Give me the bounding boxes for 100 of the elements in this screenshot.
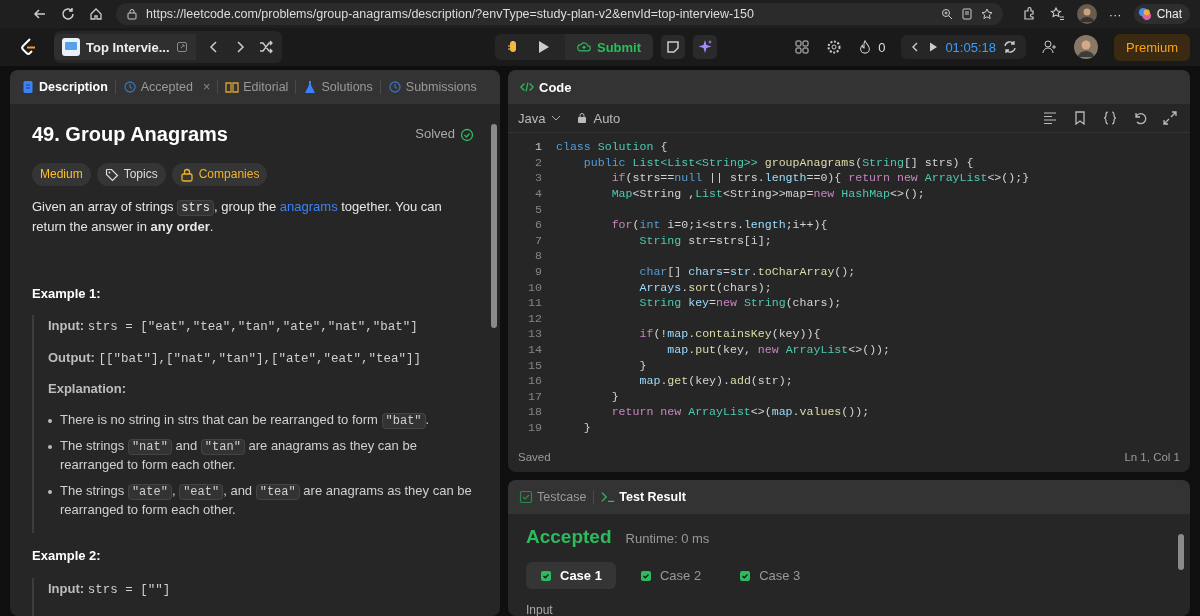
line-number: 12 bbox=[527, 311, 543, 325]
line-number: 3 bbox=[534, 171, 543, 185]
braces-icon[interactable] bbox=[1102, 110, 1118, 126]
code-line[interactable]: char[] chars=str.toCharArray(); bbox=[556, 265, 856, 279]
code-line[interactable]: map.put(key, new ArrayList<>()); bbox=[556, 343, 890, 356]
line-number: 7 bbox=[534, 233, 543, 247]
panel-tab[interactable]: Test Result bbox=[598, 486, 689, 508]
code-line[interactable]: for(int i=0;i<strs.length;i++){ bbox=[556, 218, 828, 232]
code-line[interactable]: return new ArrayList<>(map.values()); bbox=[556, 405, 870, 419]
difficulty-badge: Medium bbox=[32, 163, 91, 187]
lock-icon bbox=[179, 167, 194, 182]
explanation-item: The strings "nat" and "tan" are anagrams as they can be rearranged to form each other. bbox=[60, 437, 418, 475]
cursor-position: Ln 1, Col 1 bbox=[1124, 451, 1180, 463]
code-line[interactable]: } bbox=[556, 389, 619, 403]
explanation-item: The strings "ate" , "eat" , and "tea" are anagrams as they can be rearranged to form each other. bbox=[60, 482, 473, 520]
problem-list-button[interactable]: Top Intervie... bbox=[54, 34, 196, 60]
reload-icon[interactable] bbox=[60, 6, 76, 22]
bookmark-icon[interactable] bbox=[1072, 110, 1088, 126]
star-icon[interactable] bbox=[980, 8, 993, 20]
panel-tab[interactable]: Solutions bbox=[300, 76, 376, 98]
code-line[interactable]: String str=strs[i]; bbox=[556, 233, 772, 247]
auto-mode-toggle[interactable]: Auto bbox=[576, 110, 621, 126]
case-tab[interactable]: Case 3 bbox=[725, 562, 815, 589]
code-line[interactable]: public List<List<String>> groupAnagrams(String[] strs) { bbox=[556, 155, 974, 169]
checkbox-icon bbox=[519, 490, 533, 504]
user-avatar[interactable] bbox=[1074, 35, 1098, 59]
favorites-icon[interactable] bbox=[1048, 6, 1065, 22]
explanation-heading: Explanation: bbox=[48, 379, 127, 398]
line-number: 10 bbox=[527, 280, 543, 294]
list-icon bbox=[62, 38, 80, 56]
reset-icon[interactable] bbox=[1002, 39, 1018, 55]
example-heading: Example 1: bbox=[32, 284, 102, 303]
line-number: 19 bbox=[527, 421, 543, 434]
sparkle-icon[interactable] bbox=[693, 35, 718, 59]
external-link-icon bbox=[175, 41, 188, 53]
home-icon[interactable] bbox=[88, 6, 104, 22]
example-output-text: Output: [["bat"],["nat","tan"],["ate","eat","tea"]] bbox=[48, 348, 423, 368]
panel-tab[interactable]: Editorial bbox=[222, 76, 292, 98]
profile-avatar[interactable] bbox=[1076, 4, 1097, 24]
book-icon bbox=[225, 80, 240, 94]
streak-counter[interactable]: 0 bbox=[858, 39, 886, 55]
lock-icon bbox=[126, 8, 138, 20]
example-input-text: Input: strs = [""] bbox=[48, 580, 172, 600]
format-icon[interactable] bbox=[1042, 110, 1058, 126]
note-icon[interactable] bbox=[661, 35, 686, 59]
line-number: 6 bbox=[534, 218, 543, 232]
panel-tab[interactable]: Accepted × bbox=[119, 76, 214, 98]
tag-button[interactable]: Companies bbox=[171, 163, 268, 187]
code-line[interactable]: if(!map.containsKey(key)){ bbox=[556, 327, 821, 341]
flask-icon bbox=[303, 80, 318, 94]
panel-tab[interactable]: Testcase bbox=[516, 486, 590, 508]
zoom-icon[interactable] bbox=[940, 8, 953, 20]
code-line[interactable]: if(strs==null || strs.length==0){ return new ArrayList<>();} bbox=[556, 171, 1030, 185]
check-icon bbox=[540, 569, 552, 582]
add-user-icon[interactable] bbox=[1042, 39, 1058, 55]
expand-icon[interactable] bbox=[1162, 110, 1178, 126]
settings-icon[interactable] bbox=[826, 39, 843, 55]
case-tab[interactable]: Case 1 bbox=[526, 562, 616, 589]
runtime-text: Runtime: 0 ms bbox=[625, 531, 710, 546]
panel-tab[interactable]: Description bbox=[18, 76, 111, 98]
logo-icon[interactable] bbox=[18, 37, 38, 57]
problem-title: 49. Group Anagrams bbox=[32, 122, 228, 147]
shuffle-icon[interactable] bbox=[257, 39, 274, 55]
timer-text: 01:05:18 bbox=[945, 39, 996, 55]
chat-logo-icon bbox=[1137, 7, 1152, 21]
address-bar[interactable]: https://leetcode.com/problems/group-anagrams/description/?envType=study-plan-v2&envId=top-interview-150 bbox=[116, 3, 1003, 25]
code-line[interactable]: map.get(key).add(str); bbox=[556, 374, 793, 388]
code-line[interactable]: } bbox=[556, 421, 591, 434]
solved-status: Solved bbox=[415, 125, 474, 144]
layout-icon[interactable] bbox=[794, 39, 811, 55]
flame-icon bbox=[858, 40, 873, 54]
reader-icon[interactable] bbox=[960, 8, 973, 20]
lock-icon bbox=[576, 112, 589, 124]
panel-tab[interactable]: Submissions bbox=[384, 76, 480, 98]
code-line[interactable]: Arrays.sort(chars); bbox=[556, 280, 772, 294]
save-status: Saved bbox=[518, 451, 551, 463]
line-number: 9 bbox=[534, 265, 543, 279]
verdict-text: Accepted bbox=[526, 526, 612, 548]
case-tab[interactable]: Case 2 bbox=[625, 562, 716, 589]
tag-button[interactable]: Topics bbox=[96, 163, 166, 187]
chat-button[interactable]: Chat bbox=[1133, 4, 1190, 24]
code-line[interactable]: class Solution { bbox=[556, 140, 668, 154]
undo-icon[interactable] bbox=[1132, 110, 1148, 126]
line-number: 1 bbox=[534, 140, 543, 154]
more-button[interactable]: ··· bbox=[1108, 6, 1122, 22]
premium-button[interactable]: Premium bbox=[1114, 33, 1190, 61]
code-panel-title: Code bbox=[516, 79, 572, 95]
code-line[interactable]: Map<String ,List<String>>map=new HashMap<>(); bbox=[556, 187, 925, 201]
language-dropdown[interactable]: Java bbox=[518, 110, 563, 126]
anagrams-link[interactable]: anagrams bbox=[279, 199, 338, 215]
line-number: 5 bbox=[534, 202, 543, 216]
terminal-icon bbox=[601, 490, 616, 504]
code-line[interactable]: } bbox=[556, 358, 647, 372]
submit-button[interactable]: Submit bbox=[565, 34, 654, 60]
line-number: 17 bbox=[527, 389, 543, 403]
code-line[interactable]: String key=new String(chars); bbox=[556, 296, 842, 310]
explanation-item: There is no string in strs that can be rearranged to form "bat" . bbox=[60, 410, 430, 430]
example-input-text: Input: strs = ["eat","tea","tan","ate","nat","bat"] bbox=[48, 317, 419, 337]
line-number: 8 bbox=[534, 249, 543, 263]
line-number: 16 bbox=[527, 374, 543, 388]
